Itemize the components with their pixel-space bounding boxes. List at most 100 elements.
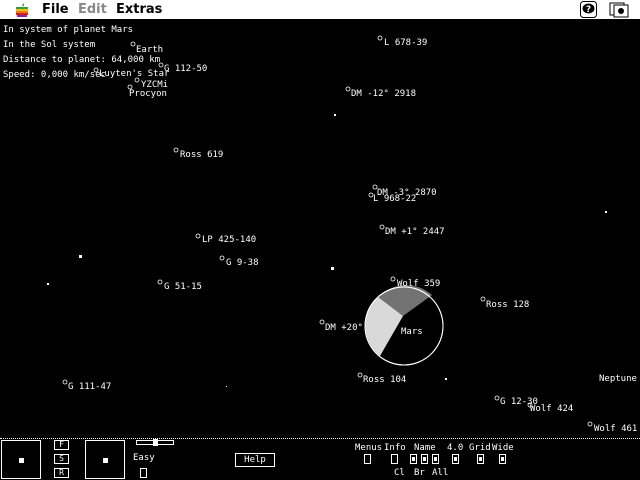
speed-slider[interactable] [136,439,174,446]
star-ross-619[interactable]: Ross 619 [173,147,223,160]
help-button[interactable]: Help [235,453,275,467]
star-label: DM +20° [325,323,363,333]
star-marker [130,41,136,47]
star-marker [219,255,225,261]
star-neptune[interactable]: Neptune [599,374,637,384]
application-menu-icon[interactable] [609,1,629,19]
star-g-111-47[interactable]: G 111-47 [62,379,111,392]
name-br-toggle[interactable] [421,454,428,464]
star-label: G 9-38 [226,258,259,268]
star-label: Wolf 359 [397,279,440,289]
star-dm-1-2447[interactable]: DM +1° 2447 [379,224,445,237]
f-button[interactable]: F [54,440,69,450]
name-cl-toggle[interactable] [410,454,417,464]
easy-label: Easy [133,453,155,463]
background-star [445,378,447,380]
br-label: Br [414,468,425,478]
menu-extras[interactable]: Extras [116,2,162,18]
star-label: Wolf 424 [530,404,573,414]
svg-text:?: ? [586,5,591,15]
star-ross-128[interactable]: Ross 128 [480,296,529,310]
star-marker [345,86,351,92]
grid-label: Grid [469,443,491,453]
star-marker [480,296,486,302]
wide-label: Wide [492,443,514,453]
menu-file[interactable]: File [42,2,69,18]
star-dm-20[interactable]: DM +20° [319,319,363,333]
panel-divider [0,438,640,439]
star-label: Ross 128 [486,300,529,310]
background-star [226,386,227,387]
star-label: G 51-15 [164,282,202,292]
slider-thumb[interactable] [153,439,158,446]
apple-menu-icon[interactable] [14,2,30,18]
star-label: Ross 104 [363,375,406,385]
wide-toggle[interactable] [499,454,506,464]
star-label: Neptune [599,374,637,384]
help-balloon-icon[interactable]: ? [580,1,597,18]
star-field[interactable]: In system of planet Mars In the Sol syst… [0,20,640,438]
star-marker [379,224,385,230]
star-l-968-22[interactable]: L 968-22 [368,192,416,204]
star-label: L 968-22 [373,194,416,204]
view-selector-left[interactable] [1,440,41,479]
name-all-toggle[interactable] [432,454,439,464]
planet-mars[interactable]: Mars [364,285,444,366]
background-star [334,114,336,116]
star-wolf-424[interactable]: Wolf 424 [527,402,573,414]
background-star [605,211,607,213]
star-earth[interactable]: Earth [130,41,163,55]
star-marker [195,233,201,239]
star-marker [173,147,179,153]
star-ross-104[interactable]: Ross 104 [357,372,406,385]
info-toggle[interactable] [391,454,398,464]
magnitude-toggle[interactable] [452,454,459,464]
background-star [47,283,49,285]
star-marker [93,67,99,73]
star-label: L 678-39 [384,38,427,48]
background-star [79,255,82,258]
background-star [331,267,334,270]
star-dm-12-2918[interactable]: DM -12° 2918 [345,86,416,99]
star-label: G 112-50 [164,64,207,74]
star-label: G 111-47 [68,382,111,392]
star-marker [494,395,500,401]
selector-dot [103,458,108,463]
star-map[interactable]: Mars EarthG 112-50Luyten's StarYZCMiProc… [0,20,640,438]
star-g-51-15[interactable]: G 51-15 [157,279,202,292]
star-label: DM -12° 2918 [351,89,416,99]
magnitude-label: 4.0 [447,443,464,453]
grid-toggle[interactable] [477,454,484,464]
star-marker [62,379,68,385]
star-label: Ross 619 [180,150,223,160]
s-button[interactable]: S [54,454,69,464]
selector-dot [19,458,24,463]
star-label: Procyon [129,89,167,99]
star-marker [157,279,163,285]
info-label: Info [384,443,406,453]
star-marker [377,35,383,41]
star-luyten-s-star[interactable]: Luyten's Star [93,67,170,79]
menus-toggle[interactable] [364,454,371,464]
name-label: Name [414,443,436,453]
star-label: LP 425-140 [202,235,256,245]
cl-label: Cl [394,468,405,478]
star-wolf-359[interactable]: Wolf 359 [390,276,440,289]
star-marker [390,276,396,282]
star-lp-425-140[interactable]: LP 425-140 [195,233,256,245]
star-marker [587,421,593,427]
star-marker [158,62,164,68]
control-panel: F S R Easy Help Menus Info Name 4.0 Grid… [0,438,640,480]
menu-edit[interactable]: Edit [78,2,107,18]
menus-label: Menus [355,443,383,453]
star-label: DM +1° 2447 [385,227,445,237]
star-l-678-39[interactable]: L 678-39 [377,35,427,48]
star-g-9-38[interactable]: G 9-38 [219,255,259,268]
star-label: Wolf 461 [594,424,637,434]
menu-bar: File Edit Extras ? [0,0,640,20]
star-marker [319,319,325,325]
star-wolf-461[interactable]: Wolf 461 [587,421,637,434]
r-button[interactable]: R [54,468,69,478]
easy-toggle[interactable] [140,468,147,478]
view-selector-right[interactable] [85,440,125,479]
